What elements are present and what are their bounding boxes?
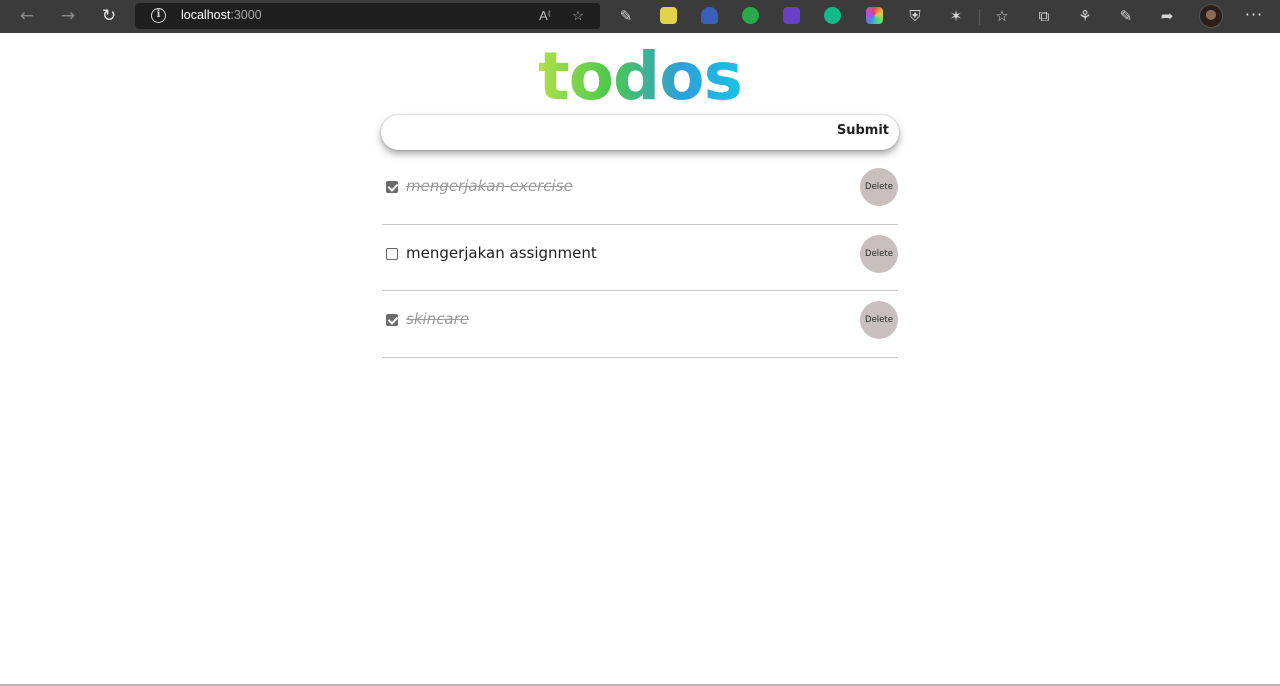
forward-arrow-icon[interactable]: → [55, 4, 81, 28]
favorites-icon[interactable]: ☆ [991, 5, 1013, 27]
share-icon[interactable]: ➦ [1156, 5, 1178, 27]
todo-text: mengerjakan exercise [406, 177, 573, 195]
delete-button[interactable]: Delete [860, 301, 898, 339]
extension-purple-icon[interactable] [783, 7, 800, 24]
url-host: localhost [181, 8, 231, 22]
extension-blue-icon[interactable] [701, 7, 718, 24]
app-logo-title: todos [535, 41, 745, 113]
web-capture-icon[interactable]: ✎ [1115, 5, 1137, 27]
todo-text: mengerjakan assignment [406, 243, 597, 262]
grammarly-icon[interactable] [824, 7, 841, 24]
refresh-icon[interactable]: ↻ [96, 4, 122, 28]
url-text[interactable]: localhost:3000 [181, 8, 262, 22]
browser-toolbar: ← → ↻ i localhost:3000 A⁽ ☆ ✎ ⛨ ✶ ☆ ⧉ ⚘ … [0, 0, 1280, 33]
todo-page: todos Submit mengerjakan exercise Delete… [0, 33, 1280, 686]
todo-checkbox[interactable] [386, 247, 398, 260]
extensions-puzzle-icon[interactable]: ✶ [945, 5, 967, 27]
info-icon[interactable]: i [151, 8, 166, 23]
toolbar-separator [979, 9, 980, 25]
address-bar[interactable]: i localhost:3000 A⁽ ☆ [135, 3, 600, 29]
extension-green-eye-icon[interactable] [742, 7, 759, 24]
more-options-icon[interactable]: ··· [1242, 4, 1266, 28]
collections-icon[interactable]: ⧉ [1033, 5, 1055, 27]
extension-color-ring-icon[interactable] [866, 7, 883, 24]
back-arrow-icon[interactable]: ← [14, 4, 40, 28]
todo-text: skincare [406, 310, 470, 328]
todo-list: mengerjakan exercise Delete mengerjakan … [382, 158, 898, 358]
todo-item: skincare Delete [382, 291, 898, 358]
todo-input[interactable] [395, 122, 815, 144]
browser-essentials-icon[interactable]: ⚘ [1074, 5, 1096, 27]
todo-item: mengerjakan assignment Delete [382, 225, 898, 291]
read-aloud-icon[interactable]: A⁽ [535, 6, 555, 26]
todo-item: mengerjakan exercise Delete [382, 158, 898, 225]
profile-avatar[interactable] [1199, 4, 1223, 28]
shield-icon[interactable]: ⛨ [904, 5, 926, 27]
delete-button[interactable]: Delete [860, 168, 898, 206]
add-favorite-icon[interactable]: ☆ [568, 6, 588, 26]
todo-checkbox[interactable] [386, 181, 398, 193]
submit-button[interactable]: Submit [837, 123, 889, 138]
delete-button[interactable]: Delete [860, 234, 898, 273]
extension-pen-icon[interactable]: ✎ [615, 5, 637, 27]
todo-checkbox[interactable] [386, 314, 398, 326]
todo-form: Submit [381, 115, 899, 150]
extension-yellow-icon[interactable] [660, 7, 677, 24]
url-port: :3000 [230, 8, 262, 22]
